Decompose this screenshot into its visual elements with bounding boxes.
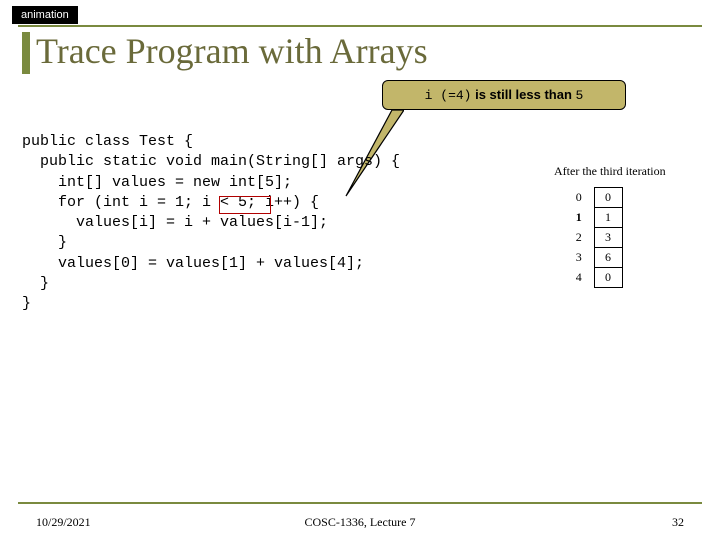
callout-mid: is still less than [471, 87, 575, 102]
callout-ival: (=4) [432, 88, 471, 103]
footer-course: COSC-1336, Lecture 7 [0, 515, 720, 530]
array-value: 3 [594, 228, 622, 248]
page-title: Trace Program with Arrays [36, 30, 428, 72]
rule-bottom [18, 502, 702, 504]
table-row: 3 6 [572, 248, 622, 268]
array-table: 0 0 1 1 2 3 3 6 4 0 [572, 187, 623, 288]
array-index: 1 [572, 208, 594, 228]
table-row: 4 0 [572, 268, 622, 288]
table-row: 0 0 [572, 188, 622, 208]
animation-tag: animation [12, 6, 78, 24]
title-accent-bar [22, 32, 30, 74]
rule-top [18, 25, 702, 27]
diagram-caption: After the third iteration [554, 164, 666, 179]
array-value: 6 [594, 248, 622, 268]
array-index: 2 [572, 228, 594, 248]
array-value: 0 [594, 268, 622, 288]
array-value: 0 [594, 188, 622, 208]
callout-limit: 5 [576, 88, 584, 103]
footer-page: 32 [672, 515, 684, 530]
array-index: 0 [572, 188, 594, 208]
table-row: 1 1 [572, 208, 622, 228]
code-block: public class Test { public static void m… [22, 132, 400, 314]
table-row: 2 3 [572, 228, 622, 248]
callout-bubble: i (=4) is still less than 5 [382, 80, 626, 110]
array-index: 4 [572, 268, 594, 288]
callout-text: i (=4) is still less than 5 [425, 87, 584, 103]
array-value: 1 [594, 208, 622, 228]
array-index: 3 [572, 248, 594, 268]
array-diagram: After the third iteration 0 0 1 1 2 3 3 … [554, 164, 666, 288]
